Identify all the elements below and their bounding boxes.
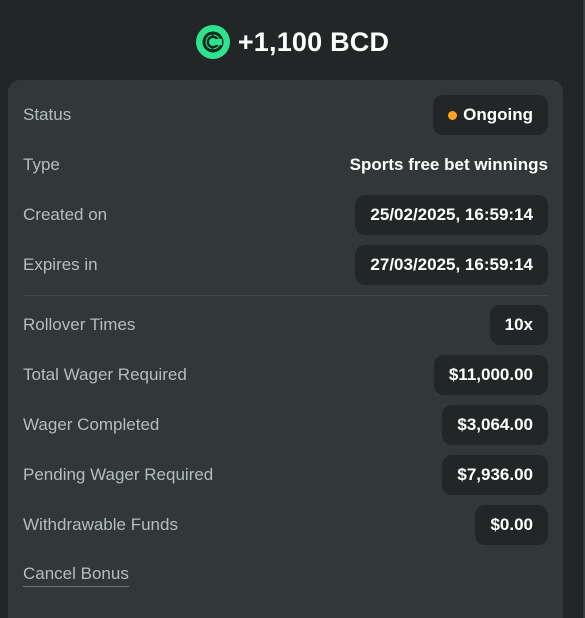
- wager-completed-row: Wager Completed $3,064.00: [23, 405, 548, 445]
- expires-row: Expires in 27/03/2025, 16:59:14: [23, 245, 548, 285]
- status-value: Ongoing: [463, 105, 533, 124]
- section-divider: [23, 295, 548, 296]
- expires-label: Expires in: [23, 255, 98, 274]
- type-label: Type: [23, 155, 60, 174]
- cancel-bonus-link[interactable]: Cancel Bonus: [23, 564, 129, 587]
- created-value: 25/02/2025, 16:59:14: [355, 195, 548, 235]
- withdrawable-value: $0.00: [475, 505, 548, 545]
- created-label: Created on: [23, 205, 108, 224]
- pending-wager-label: Pending Wager Required: [23, 465, 214, 484]
- pending-wager-row: Pending Wager Required $7,936.00: [23, 455, 548, 495]
- status-row: Status Ongoing: [23, 95, 548, 135]
- total-wager-label: Total Wager Required: [23, 365, 187, 384]
- created-row: Created on 25/02/2025, 16:59:14: [23, 195, 548, 235]
- withdrawable-row: Withdrawable Funds $0.00: [23, 505, 548, 545]
- bonus-header: +1,100 BCD: [0, 14, 585, 70]
- status-label: Status: [23, 105, 72, 124]
- rollover-row: Rollover Times 10x: [23, 305, 548, 345]
- rollover-value: 10x: [489, 305, 548, 345]
- rollover-label: Rollover Times: [23, 315, 136, 334]
- status-badge: Ongoing: [433, 95, 548, 135]
- bcd-coin-icon: [195, 25, 230, 59]
- bonus-details-panel: Status Ongoing Type Sports free bet winn…: [8, 80, 563, 618]
- wager-completed-value: $3,064.00: [442, 405, 548, 445]
- type-row: Type Sports free bet winnings: [23, 145, 548, 185]
- total-wager-row: Total Wager Required $11,000.00: [23, 355, 548, 395]
- expires-value: 27/03/2025, 16:59:14: [355, 245, 548, 285]
- wager-completed-label: Wager Completed: [23, 415, 160, 434]
- pending-wager-value: $7,936.00: [442, 455, 548, 495]
- withdrawable-label: Withdrawable Funds: [23, 515, 178, 534]
- bonus-amount: +1,100 BCD: [237, 26, 390, 57]
- type-value: Sports free bet winnings: [349, 155, 548, 174]
- status-dot-icon: [448, 110, 458, 120]
- total-wager-value: $11,000.00: [433, 355, 548, 395]
- cancel-row: Cancel Bonus: [23, 555, 548, 595]
